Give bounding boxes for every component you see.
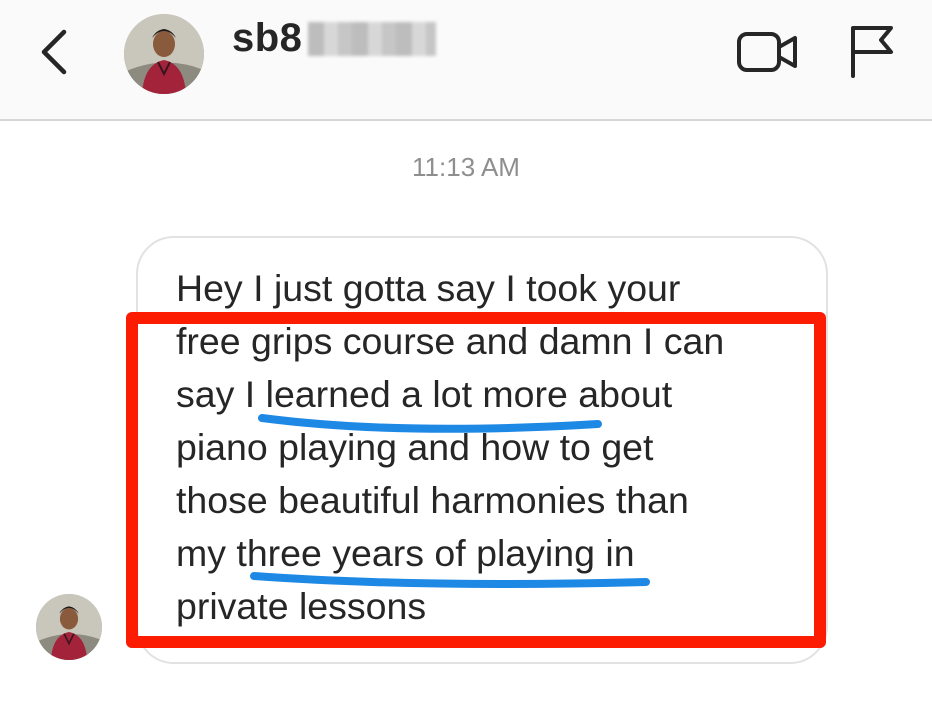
message-line: free grips course and damn I can bbox=[176, 320, 725, 362]
avatar-photo bbox=[124, 14, 204, 94]
back-button[interactable] bbox=[30, 22, 80, 82]
username[interactable]: sb8 bbox=[232, 16, 302, 61]
message-line: those beautiful harmonies than bbox=[176, 479, 689, 521]
message-line: private lessons bbox=[176, 585, 427, 627]
avatar-photo bbox=[36, 594, 102, 660]
sender-avatar[interactable] bbox=[36, 594, 102, 660]
video-call-button[interactable] bbox=[735, 28, 801, 76]
message-line: piano playing and how to get bbox=[176, 426, 654, 468]
message-line: say I learned a lot more about bbox=[176, 373, 673, 415]
video-camera-icon bbox=[737, 32, 797, 72]
flag-icon bbox=[851, 26, 893, 78]
message-timestamp: 11:13 AM bbox=[412, 152, 520, 182]
redacted-username-blur bbox=[308, 22, 436, 56]
chat-header: sb8 bbox=[0, 0, 932, 121]
avatar[interactable] bbox=[124, 14, 204, 94]
report-button[interactable] bbox=[845, 22, 897, 80]
message-line: my three years of playing in bbox=[176, 532, 635, 574]
chevron-left-icon bbox=[41, 29, 67, 75]
message-line: Hey I just gotta say I took your bbox=[176, 267, 681, 309]
